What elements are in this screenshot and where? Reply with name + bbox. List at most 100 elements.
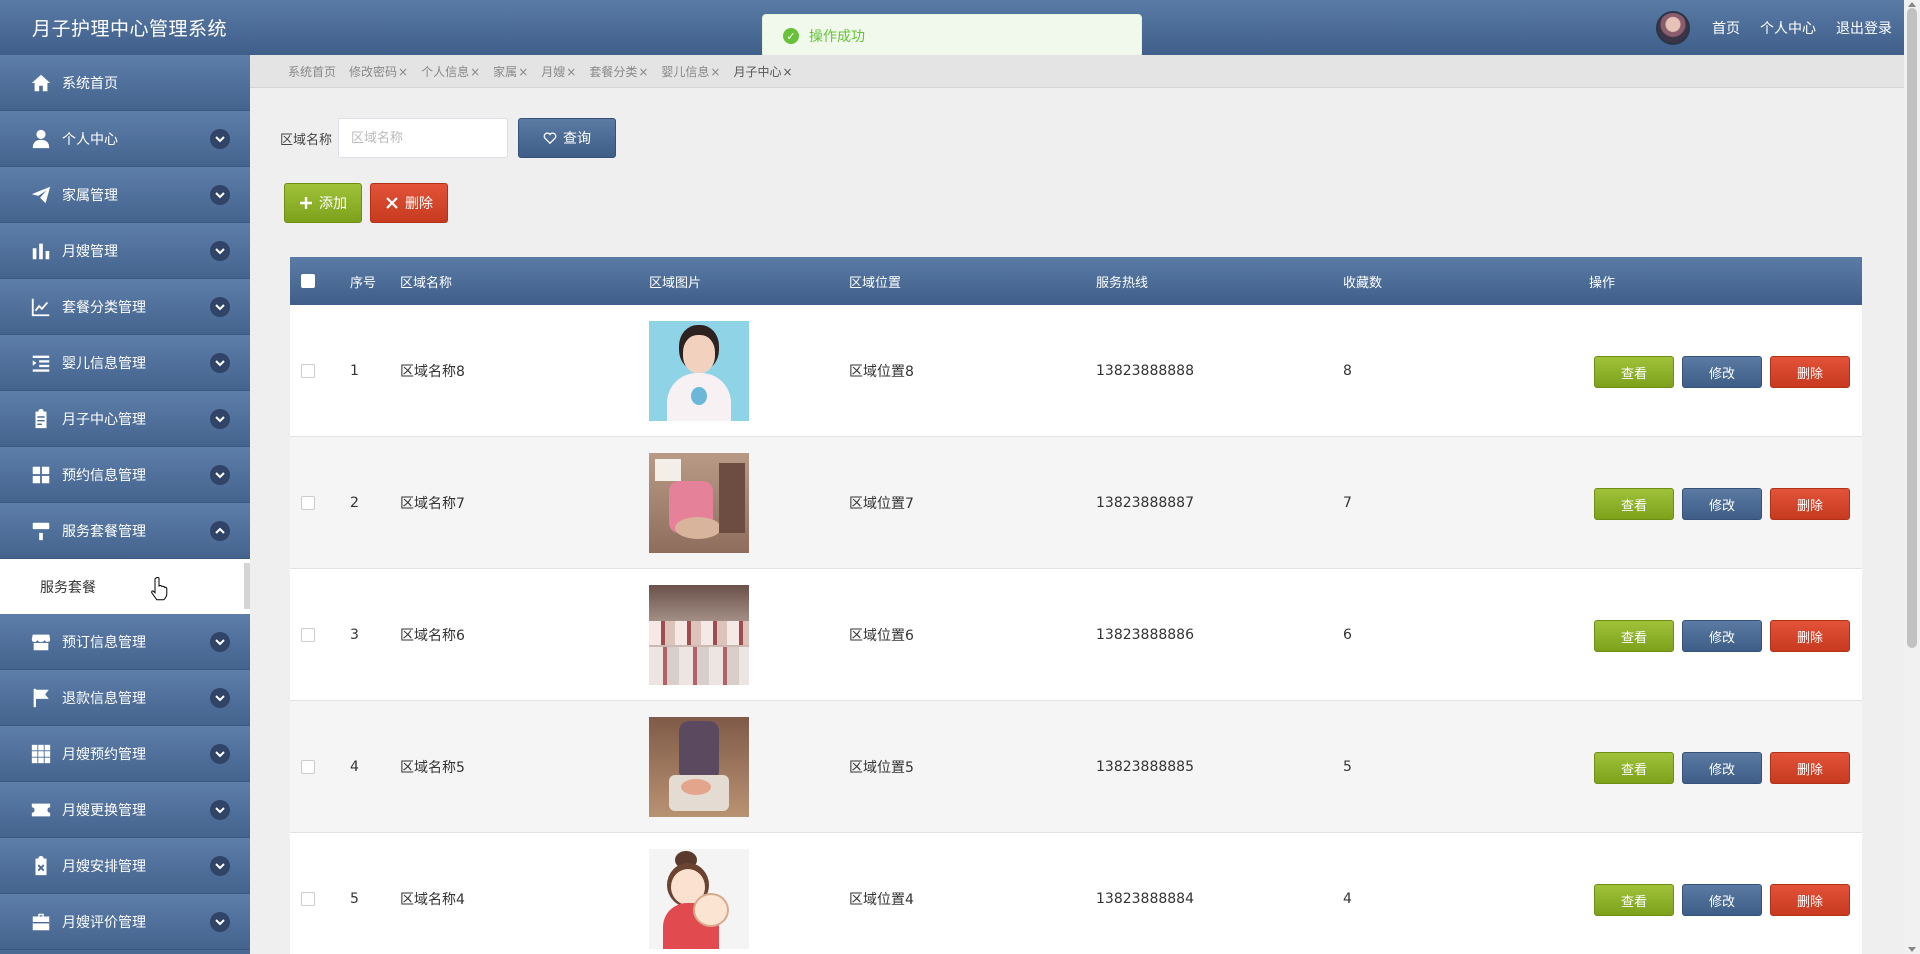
sidebar-item-b3[interactable]: 月嫂更换管理 xyxy=(0,782,250,838)
cell-location: 区域位置7 xyxy=(849,496,914,512)
delete-button-label: 删除 xyxy=(405,196,433,212)
sidebar-item-5[interactable]: 婴儿信息管理 xyxy=(0,335,250,391)
region-image[interactable] xyxy=(649,585,749,685)
sidebar-item-4[interactable]: 套餐分类管理 xyxy=(0,279,250,335)
view-button[interactable]: 查看 xyxy=(1594,884,1674,916)
header-link-logout[interactable]: 退出登录 xyxy=(1836,18,1892,38)
region-image[interactable] xyxy=(649,849,749,949)
chevron-down-icon[interactable] xyxy=(210,185,230,205)
sidebar-item-6[interactable]: 月子中心管理 xyxy=(0,391,250,447)
close-icon[interactable]: × xyxy=(638,65,648,79)
edit-button[interactable]: 修改 xyxy=(1682,488,1762,520)
tab-1[interactable]: 修改密码× xyxy=(349,63,408,80)
row-checkbox[interactable] xyxy=(301,496,315,510)
edit-button[interactable]: 修改 xyxy=(1682,356,1762,388)
sidebar-subitem-service-package[interactable]: 服务套餐 xyxy=(0,559,250,614)
row-checkbox[interactable] xyxy=(301,892,315,906)
view-button[interactable]: 查看 xyxy=(1594,620,1674,652)
header-link-home[interactable]: 首页 xyxy=(1712,18,1740,38)
region-image[interactable] xyxy=(649,453,749,553)
view-button[interactable]: 查看 xyxy=(1594,488,1674,520)
delete-button[interactable]: 删除 xyxy=(1770,488,1850,520)
tab-6[interactable]: 婴儿信息× xyxy=(661,63,720,80)
cell-favorites: 4 xyxy=(1343,891,1352,907)
close-icon[interactable]: × xyxy=(518,65,528,79)
edit-button[interactable]: 修改 xyxy=(1682,884,1762,916)
search-input[interactable] xyxy=(338,118,509,158)
sidebar-item-b5[interactable]: 月嫂评价管理 xyxy=(0,894,250,950)
row-checkbox[interactable] xyxy=(301,364,315,378)
tab-5[interactable]: 套餐分类× xyxy=(589,63,648,80)
close-icon xyxy=(386,197,398,209)
chevron-down-icon[interactable] xyxy=(210,465,230,485)
delete-button[interactable]: 删除 xyxy=(1770,620,1850,652)
search-bar: 区域名称 查询 xyxy=(280,118,617,158)
tab-4[interactable]: 月嫂× xyxy=(541,63,576,80)
sidebar-item-label: 家属管理 xyxy=(62,187,118,204)
avatar[interactable] xyxy=(1656,10,1690,45)
sidebar-item-0[interactable]: 系统首页 xyxy=(0,55,250,111)
close-icon[interactable]: × xyxy=(470,65,480,79)
chevron-down-icon[interactable] xyxy=(210,129,230,149)
add-button[interactable]: 添加 xyxy=(284,183,362,223)
tab-label: 个人信息 xyxy=(421,64,470,79)
chevron-down-icon[interactable] xyxy=(210,241,230,261)
tab-7[interactable]: 月子中心× xyxy=(733,63,792,80)
chevron-down-icon[interactable] xyxy=(210,800,230,820)
view-button[interactable]: 查看 xyxy=(1594,752,1674,784)
sidebar-item-label: 婴儿信息管理 xyxy=(62,355,146,372)
scroll-up-icon[interactable] xyxy=(1908,2,1916,7)
page-scrollbar[interactable] xyxy=(1904,0,1920,954)
sidebar-item-1[interactable]: 个人中心 xyxy=(0,111,250,167)
scrollbar-thumb[interactable] xyxy=(1907,8,1917,648)
delete-button[interactable]: 删除 xyxy=(1770,884,1850,916)
tab-2[interactable]: 个人信息× xyxy=(421,63,480,80)
sidebar-item-b4[interactable]: 月嫂安排管理 xyxy=(0,838,250,894)
row-checkbox[interactable] xyxy=(301,628,315,642)
sidebar-item-label: 预约信息管理 xyxy=(62,467,146,484)
sidebar-item-b1[interactable]: 退款信息管理 xyxy=(0,670,250,726)
header-link-profile[interactable]: 个人中心 xyxy=(1760,18,1816,38)
cell-favorites: 8 xyxy=(1343,363,1352,379)
sidebar-item-b2[interactable]: 月嫂预约管理 xyxy=(0,726,250,782)
close-icon[interactable]: × xyxy=(783,65,793,79)
delete-button[interactable]: 删除 xyxy=(1770,356,1850,388)
col-header-location: 区域位置 xyxy=(849,275,902,291)
success-toast: ✓ 操作成功 xyxy=(762,14,1142,58)
search-button[interactable]: 查询 xyxy=(518,118,617,158)
chevron-down-icon[interactable] xyxy=(210,688,230,708)
close-icon[interactable]: × xyxy=(566,65,576,79)
edit-button[interactable]: 修改 xyxy=(1682,752,1762,784)
chevron-down-icon[interactable] xyxy=(210,632,230,652)
close-icon[interactable]: × xyxy=(398,65,408,79)
batch-delete-button[interactable]: 删除 xyxy=(370,183,448,223)
sidebar-item-3[interactable]: 月嫂管理 xyxy=(0,223,250,279)
chevron-down-icon[interactable] xyxy=(210,297,230,317)
row-checkbox[interactable] xyxy=(301,760,315,774)
chevron-down-icon[interactable] xyxy=(210,744,230,764)
sidebar-item-7[interactable]: 预约信息管理 xyxy=(0,447,250,503)
sidebar-item-8[interactable]: 服务套餐管理 xyxy=(0,503,250,559)
tab-0[interactable]: 系统首页 xyxy=(288,63,336,80)
select-all-checkbox[interactable] xyxy=(301,274,315,288)
row-actions: 查看 修改 删除 xyxy=(1594,356,1850,388)
region-image[interactable] xyxy=(649,321,749,421)
list-indent-icon xyxy=(28,352,54,374)
view-button[interactable]: 查看 xyxy=(1594,356,1674,388)
chevron-down-icon[interactable] xyxy=(210,409,230,429)
chevron-down-icon[interactable] xyxy=(210,856,230,876)
search-label: 区域名称 xyxy=(280,132,333,148)
delete-button[interactable]: 删除 xyxy=(1770,752,1850,784)
chevron-up-icon[interactable] xyxy=(210,521,230,541)
chevron-down-icon[interactable] xyxy=(210,353,230,373)
scroll-down-icon[interactable] xyxy=(1908,947,1916,952)
close-icon[interactable]: × xyxy=(710,65,720,79)
grid-nine-icon xyxy=(28,743,54,765)
cell-no: 2 xyxy=(350,495,359,511)
tab-3[interactable]: 家属× xyxy=(493,63,528,80)
edit-button[interactable]: 修改 xyxy=(1682,620,1762,652)
region-image[interactable] xyxy=(649,717,749,817)
sidebar-item-2[interactable]: 家属管理 xyxy=(0,167,250,223)
chevron-down-icon[interactable] xyxy=(210,912,230,932)
sidebar-item-b0[interactable]: 预订信息管理 xyxy=(0,614,250,670)
